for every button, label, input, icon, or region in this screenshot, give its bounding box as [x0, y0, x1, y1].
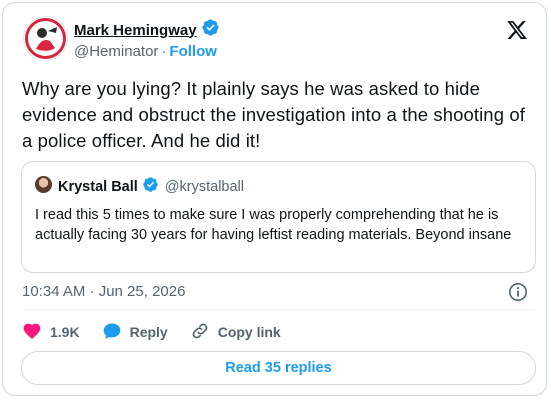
- author-name-row: Mark Hemingway: [74, 18, 220, 42]
- reply-button[interactable]: Reply: [102, 321, 168, 344]
- like-count: 1.9K: [50, 324, 80, 340]
- reply-label: Reply: [129, 324, 168, 340]
- quoted-header: Krystal Ball @krystalball: [58, 176, 244, 197]
- verified-badge-icon: [201, 18, 220, 42]
- tweet-text: Why are you lying? It plainly says he wa…: [22, 78, 525, 151]
- separator-dot: ·: [161, 43, 167, 60]
- heart-icon: [22, 321, 42, 344]
- quoted-tweet[interactable]: Krystal Ball @krystalball I read this 5 …: [21, 161, 536, 273]
- quoted-avatar: [35, 176, 52, 193]
- author-handle[interactable]: @Heminator: [74, 43, 158, 60]
- quoted-text: I read this 5 times to make sure I was p…: [35, 207, 512, 243]
- copy-link-button[interactable]: Copy link: [190, 321, 281, 344]
- copy-link-label: Copy link: [217, 324, 281, 340]
- info-icon[interactable]: [508, 282, 528, 302]
- author-handle-row: @Heminator · Follow: [74, 43, 217, 60]
- reply-bubble-icon: [102, 321, 122, 344]
- tweet-timestamp[interactable]: 10:34 AM · Jun 25, 2026: [22, 283, 185, 300]
- tweet-card: Mark Hemingway @Heminator · Follow Why are…: [2, 2, 547, 396]
- quoted-handle: @krystalball: [164, 178, 244, 195]
- read-replies-button[interactable]: Read 35 replies: [21, 351, 536, 385]
- action-bar: 1.9K Reply Copy link: [22, 321, 303, 343]
- link-icon: [190, 321, 210, 344]
- like-button[interactable]: 1.9K: [22, 321, 80, 344]
- divider: [22, 309, 535, 310]
- verified-badge-icon: [142, 176, 159, 197]
- quoted-name: Krystal Ball: [58, 178, 138, 195]
- author-name[interactable]: Mark Hemingway: [74, 22, 197, 39]
- author-avatar[interactable]: [23, 16, 68, 61]
- follow-button[interactable]: Follow: [169, 43, 217, 60]
- x-logo-icon[interactable]: [506, 19, 528, 41]
